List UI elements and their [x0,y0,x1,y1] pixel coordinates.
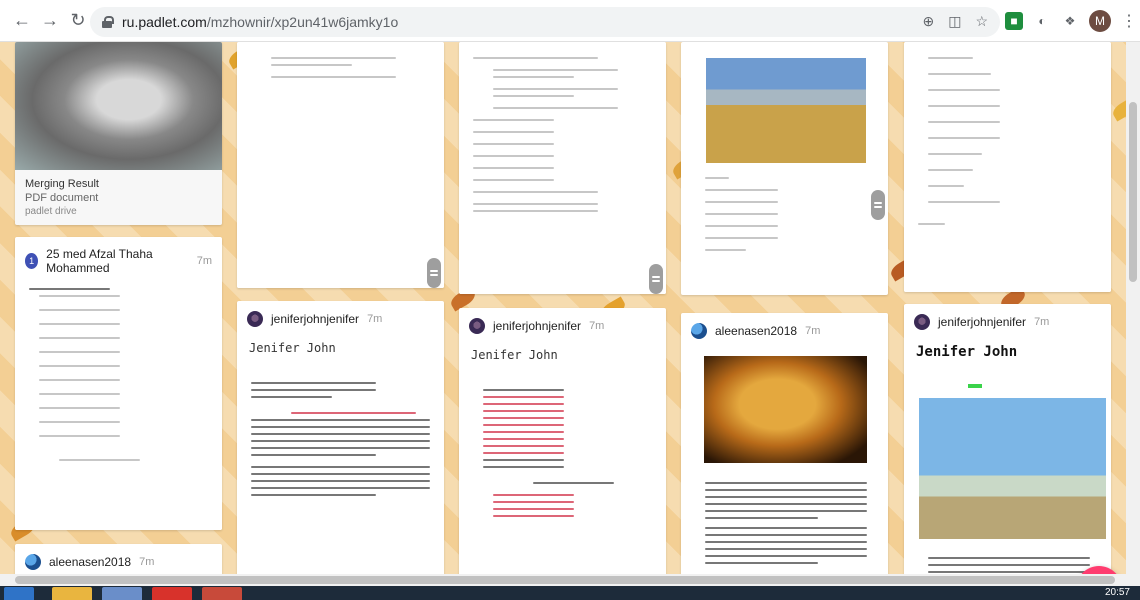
post-time: 7m [196,255,212,267]
menu-kebab-icon[interactable]: ⋮ [1121,11,1137,31]
scrollbar-thumb[interactable] [15,576,1115,584]
document-card[interactable] [459,42,666,294]
document-preview [459,42,666,294]
extensions-puzzle-icon[interactable]: ❖ [1061,12,1079,30]
document-preview [237,42,444,288]
post-time: 7m [1034,316,1050,328]
post-author: jeniferjohnjenifer 7m [459,308,666,344]
wolf-image [15,42,222,170]
profile-avatar[interactable]: M [1089,10,1111,32]
post-card[interactable]: 1 25 med Afzal Thaha Mohammed 7m [15,237,222,530]
extension-green-icon[interactable]: ■ [1005,12,1023,30]
document-preview [459,374,666,574]
start-button[interactable] [4,587,34,600]
lock-icon [102,16,114,28]
url-text: ru.padlet.com/mzhownir/xp2un41w6jamky1o [122,14,399,30]
author-name: jeniferjohnjenifer [938,315,1027,329]
author-name: jeniferjohnjenifer [271,312,360,326]
avatar [469,318,485,334]
taskbar-app[interactable] [52,587,92,600]
attachment-source: padlet drive [25,206,77,217]
post-card[interactable]: aleenasen2018 7m [15,544,222,574]
document-preview [914,542,1104,574]
taskbar-app[interactable] [202,587,242,600]
back-icon[interactable]: ← [8,7,36,35]
avatar [25,554,41,570]
author-name: aleenasen2018 [715,324,798,338]
post-card[interactable]: jeniferjohnjenifer 7m Jenifer John [904,304,1111,574]
document-preview [904,42,1111,292]
avatar [691,323,707,339]
browser-toolbar: ← → ↻ ru.padlet.com/mzhownir/xp2un41w6ja… [0,0,1140,42]
star-icon[interactable]: ☆ [975,13,988,30]
avatar [914,314,930,330]
document-card[interactable] [237,42,444,288]
padlet-board: Merging Result PDF document padlet drive… [0,42,1126,574]
taskbar-app[interactable] [152,587,192,600]
post-card[interactable]: aleenasen2018 7m [681,313,888,574]
document-preview [691,162,881,292]
attachment-type: PDF document [25,192,99,204]
post-card[interactable]: jeniferjohnjenifer 7m Jenifer John [237,301,444,574]
post-time: 7m [367,313,383,325]
post-title: Jenifer John [916,344,1018,360]
author-name: jeniferjohnjenifer [493,319,582,333]
address-bar[interactable]: ru.padlet.com/mzhownir/xp2un41w6jamky1o … [90,7,1000,37]
zoom-icon[interactable]: ⊕ [922,13,934,30]
vertical-scrollbar[interactable] [1126,42,1140,574]
lion-image [704,356,867,463]
document-card[interactable] [681,42,888,295]
post-title: Jenifer John [471,348,558,362]
document-preview [237,367,444,574]
attachment-title: Merging Result [25,178,99,190]
taskbar-app[interactable] [102,587,142,600]
leaf-decoration [1110,96,1126,122]
document-card[interactable] [904,42,1111,292]
avatar [247,311,263,327]
extension-circle-icon[interactable]: ◐ [1033,12,1051,30]
horizontal-scrollbar[interactable] [0,574,1140,586]
post-author: aleenasen2018 7m [15,544,222,574]
highlight-mark [968,384,982,388]
elephant-image [706,58,866,163]
drag-handle[interactable] [649,264,663,294]
post-card[interactable]: jeniferjohnjenifer 7m Jenifer John [459,308,666,574]
post-author: jeniferjohnjenifer 7m [904,304,1111,340]
reload-icon[interactable]: ↻ [64,7,92,35]
post-time: 7m [589,320,605,332]
post-author: jeniferjohnjenifer 7m [237,301,444,337]
clock: 20:57 [1104,587,1130,598]
drag-handle[interactable] [427,258,441,288]
post-time: 7m [139,556,155,568]
pdf-attachment-card[interactable]: Merging Result PDF document padlet drive [15,42,222,225]
forward-icon[interactable]: → [36,7,64,35]
author-name: aleenasen2018 [49,555,132,569]
post-time: 7m [805,325,821,337]
document-preview [691,467,881,574]
avatar: 1 [25,253,39,269]
post-title: Jenifer John [249,341,336,355]
drag-handle[interactable] [871,190,885,220]
scrollbar-thumb[interactable] [1129,102,1137,282]
translate-icon[interactable]: ◫ [948,13,961,30]
post-author: aleenasen2018 7m [681,313,888,349]
taskbar: 20:57 [0,586,1140,600]
author-name: 25 med Afzal Thaha Mohammed [46,247,153,275]
document-preview [15,273,222,530]
giraffe-image [919,398,1106,539]
